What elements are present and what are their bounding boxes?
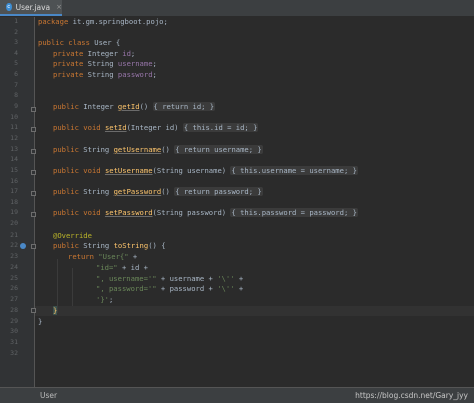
code-line: '}'; (96, 295, 114, 304)
status-bar: User https://blog.csdn.net/Gary_jyy (0, 387, 474, 403)
line-number: 20 (10, 219, 18, 227)
fold-marker[interactable] (31, 107, 36, 112)
current-line-highlight (35, 306, 474, 317)
code-line: public class User { (38, 38, 121, 47)
line-number: 14 (10, 155, 18, 163)
code-line: private String password; (53, 70, 157, 79)
fold-marker[interactable] (31, 149, 36, 154)
line-number: 27 (10, 295, 18, 303)
override-method-icon[interactable] (20, 243, 26, 249)
code-line: } (53, 306, 58, 315)
line-number: 8 (14, 91, 18, 99)
line-number: 12 (10, 134, 18, 142)
code-line: public String getPassword() { return pas… (53, 187, 263, 196)
close-icon[interactable]: × (56, 3, 62, 11)
line-number: 5 (14, 59, 18, 67)
line-number: 7 (14, 81, 18, 89)
line-number: 30 (10, 327, 18, 335)
line-number: 23 (10, 252, 18, 260)
line-number: 31 (10, 338, 18, 346)
line-number: 17 (10, 187, 18, 195)
code-line: @Override (53, 231, 92, 240)
line-number: 32 (10, 349, 18, 357)
line-number: 25 (10, 274, 18, 282)
code-line: ", password='" + password + '\'' + (96, 284, 244, 293)
fold-marker[interactable] (31, 127, 36, 132)
code-line: private String username; (53, 59, 157, 68)
code-line: public Integer getId() { return id; } (53, 102, 216, 111)
line-number: 3 (14, 38, 18, 46)
line-number: 19 (10, 208, 18, 216)
line-number: 29 (10, 317, 18, 325)
line-number: 11 (10, 123, 18, 131)
line-number: 16 (10, 177, 18, 185)
fold-marker[interactable] (31, 308, 36, 313)
tab-user-java[interactable]: c User.java × (0, 0, 62, 16)
indent-guide (72, 268, 73, 306)
code-line: public void setUsername(String username)… (53, 166, 358, 175)
code-line: return "User{" + (68, 252, 138, 261)
c-class-icon: c (6, 3, 12, 11)
tab-label: User.java (15, 2, 51, 12)
line-number: 10 (10, 113, 18, 121)
watermark-text: https://blog.csdn.net/Gary_jyy (355, 391, 468, 400)
indent-guide (57, 259, 58, 313)
line-number: 24 (10, 263, 18, 271)
line-number: 28 (10, 306, 18, 314)
code-line: public String toString() { (53, 241, 166, 250)
code-line: private Integer id; (53, 49, 136, 58)
fold-marker[interactable] (31, 170, 36, 175)
code-line: ", username='" + username + '\'' + (96, 274, 244, 283)
line-number: 21 (10, 231, 18, 239)
line-number: 22 (10, 241, 18, 249)
code-line: "id=" + id + (96, 263, 148, 272)
code-line: } (38, 317, 43, 326)
line-number: 13 (10, 145, 18, 153)
line-number: 18 (10, 198, 18, 206)
fold-marker[interactable] (31, 244, 36, 249)
fold-marker[interactable] (31, 212, 36, 217)
editor-tab-bar: c User.java × (0, 0, 474, 17)
line-number: 26 (10, 284, 18, 292)
line-number: 2 (14, 28, 18, 36)
code-line: package it.gm.springboot.pojo; (38, 17, 168, 26)
line-number: 4 (14, 49, 18, 57)
line-number: 9 (14, 102, 18, 110)
line-number: 6 (14, 70, 18, 78)
line-number: 15 (10, 166, 18, 174)
code-line: public void setPassword(String password)… (53, 208, 358, 217)
fold-marker[interactable] (31, 191, 36, 196)
code-line: public String getUsername() { return use… (53, 145, 263, 154)
breadcrumb[interactable]: User (40, 391, 57, 400)
code-line: public void setId(Integer id) { this.id … (53, 123, 259, 132)
line-number: 1 (14, 17, 18, 25)
